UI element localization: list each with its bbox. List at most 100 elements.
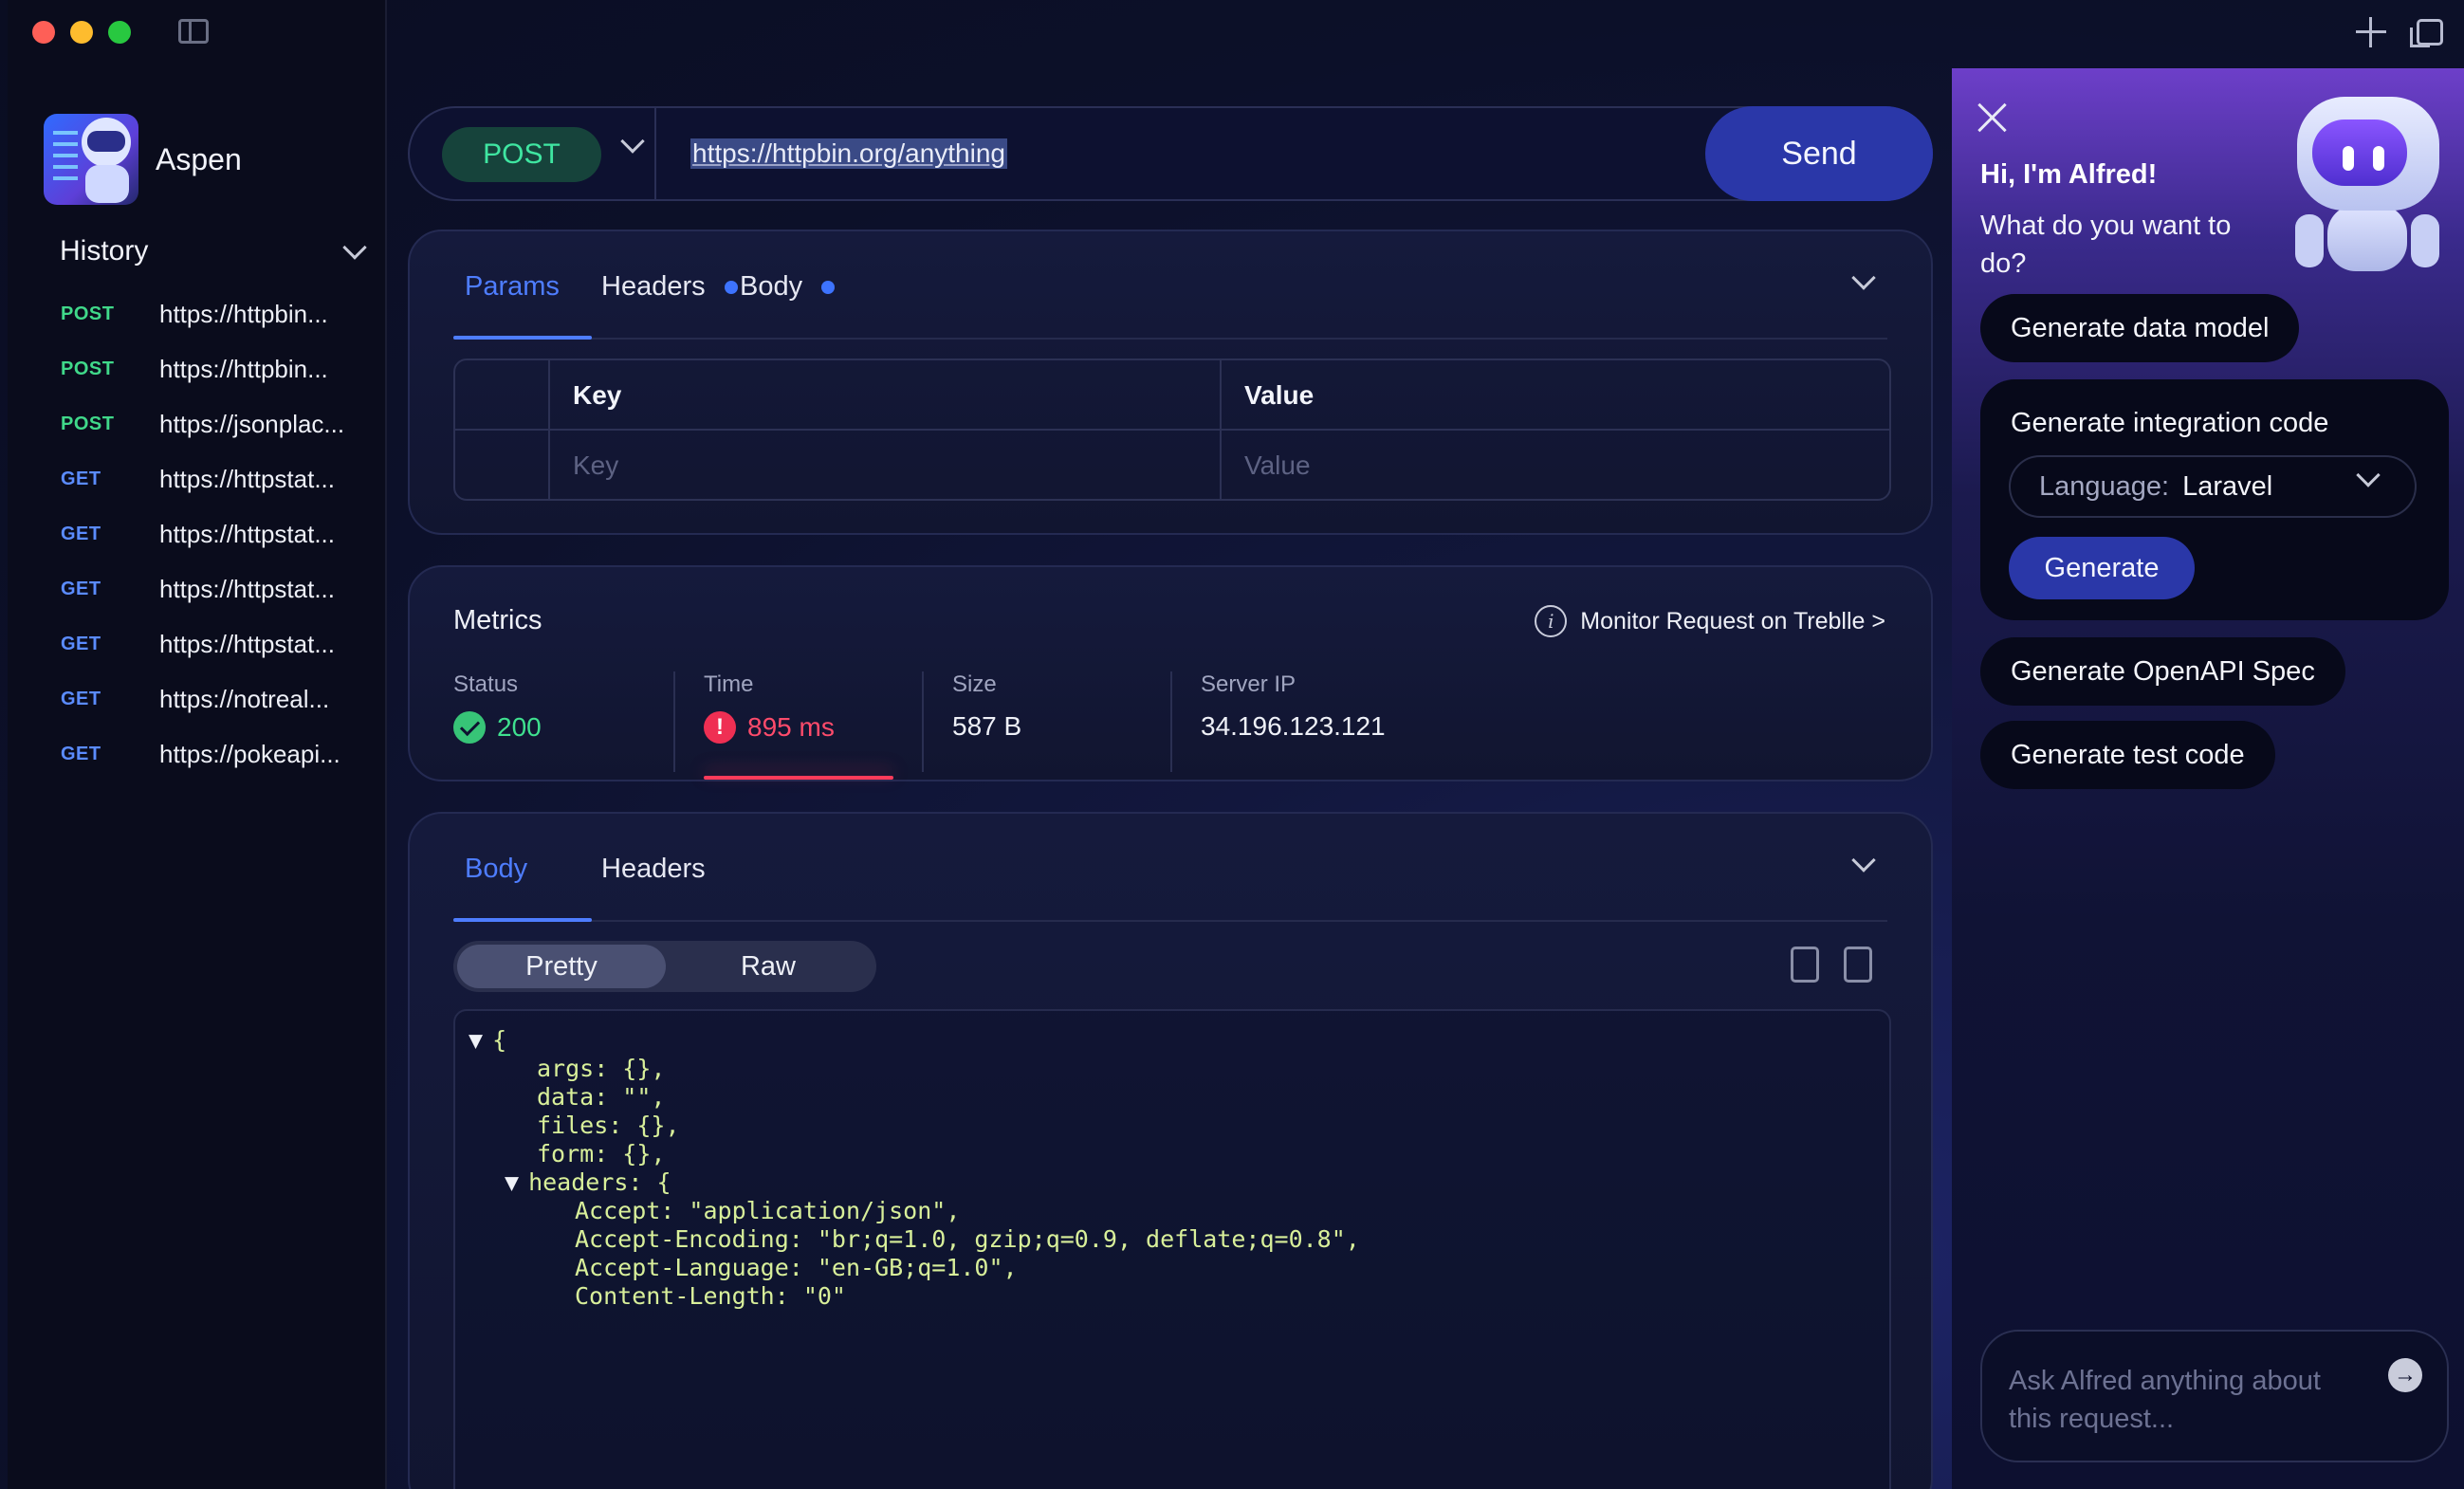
assistant-greeting: Hi, I'm Alfred! bbox=[1980, 159, 2158, 190]
plus-icon[interactable] bbox=[2356, 17, 2386, 47]
app-window: Aspen History POST https://httpbin... POST… bbox=[0, 0, 2464, 1489]
history-method: GET bbox=[61, 743, 101, 764]
request-tabs: Params Headers Body bbox=[453, 231, 1887, 340]
history-item[interactable]: GET https://httpstat... bbox=[61, 616, 374, 671]
sidebar-toggle-icon[interactable] bbox=[178, 19, 209, 44]
history-method: POST bbox=[61, 303, 115, 324]
exclamation-circle-icon: ! bbox=[704, 711, 736, 744]
tab-response-body[interactable]: Body bbox=[465, 854, 527, 885]
code-line: ▼ headers: { bbox=[505, 1168, 671, 1196]
history-url: https://jsonplac... bbox=[159, 409, 345, 438]
code-line: Accept-Language: "en-GB;q=1.0", bbox=[575, 1254, 1018, 1281]
history-url: https://httpbin... bbox=[159, 354, 328, 383]
key-column-header: Key bbox=[573, 380, 622, 410]
tab-response-headers[interactable]: Headers bbox=[601, 854, 706, 885]
metrics-card: Metrics i Monitor Request on Treblle > S… bbox=[408, 565, 1933, 781]
method-select[interactable]: POST bbox=[442, 127, 601, 182]
response-body-viewer[interactable]: ▼{args: {}, data: "", files: {}, form: {}, ▼… bbox=[453, 1009, 1891, 1489]
history-item[interactable]: POST https://httpbin... bbox=[61, 341, 374, 396]
app-name: Aspen bbox=[156, 141, 242, 176]
history-url: https://httpstat... bbox=[159, 574, 335, 603]
send-arrow-icon[interactable]: → bbox=[2388, 1358, 2422, 1392]
history-method: GET bbox=[61, 468, 101, 489]
integration-code-panel: Generate integration code Language: Lara… bbox=[1980, 379, 2449, 620]
history-method: POST bbox=[61, 358, 115, 379]
history-url: https://httpstat... bbox=[159, 464, 335, 493]
assistant-panel: Hi, I'm Alfred! What do you want to do? … bbox=[1952, 68, 2464, 1489]
windows-icon[interactable] bbox=[2410, 19, 2443, 47]
metric-server-ip: Server IP 34.196.123.121 bbox=[1201, 671, 1386, 741]
modified-dot-icon bbox=[821, 280, 836, 294]
request-card: Params Headers Body Key Value Key Value bbox=[408, 230, 1933, 535]
history-item[interactable]: POST https://httpbin... bbox=[61, 286, 374, 341]
history-url: https://httpbin... bbox=[159, 299, 328, 328]
generate-openapi-button[interactable]: Generate OpenAPI Spec bbox=[1980, 637, 2345, 706]
pretty-button[interactable]: Pretty bbox=[457, 945, 666, 988]
history-item[interactable]: POST https://jsonplac... bbox=[61, 396, 374, 451]
response-card: Body Headers Pretty Raw ▼{args: {}, data:… bbox=[408, 812, 1933, 1489]
language-select[interactable]: Language: Laravel bbox=[2009, 455, 2417, 518]
request-bar: POST https://httpbin.org/anything Send bbox=[408, 106, 1933, 201]
history-method: GET bbox=[61, 633, 101, 654]
param-key-input[interactable]: Key bbox=[550, 431, 1222, 499]
code-line: Accept: "application/json", bbox=[575, 1197, 961, 1224]
chevron-down-icon[interactable] bbox=[620, 129, 645, 154]
send-button[interactable]: Send bbox=[1705, 106, 1933, 201]
close-window-button[interactable] bbox=[32, 21, 55, 44]
metric-size: Size 587 B bbox=[952, 671, 1022, 741]
history-item[interactable]: GET https://pokeapi... bbox=[61, 726, 374, 781]
history-item[interactable]: GET https://httpstat... bbox=[61, 561, 374, 616]
ask-alfred-input[interactable]: Ask Alfred anything about this request..… bbox=[1980, 1330, 2449, 1462]
aspen-logo bbox=[44, 114, 138, 205]
tab-headers[interactable]: Headers bbox=[601, 271, 738, 303]
code-line: args: {}, bbox=[537, 1055, 666, 1082]
history-header[interactable]: History bbox=[60, 235, 367, 267]
metric-status: Status 200 bbox=[453, 671, 542, 744]
history-method: GET bbox=[61, 688, 101, 709]
history-item[interactable]: GET https://httpstat... bbox=[61, 451, 374, 506]
window-controls bbox=[32, 21, 131, 44]
main-panel: POST https://httpbin.org/anything Send P… bbox=[408, 0, 1935, 1489]
minimize-window-button[interactable] bbox=[70, 21, 93, 44]
code-line: Accept-Encoding: "br;q=1.0, gzip;q=0.9, … bbox=[575, 1225, 1360, 1253]
generate-test-code-button[interactable]: Generate test code bbox=[1980, 721, 2275, 789]
params-table: Key Value Key Value bbox=[453, 358, 1891, 501]
collapse-triangle-icon[interactable]: ▼ bbox=[505, 1168, 519, 1196]
download-icon[interactable] bbox=[1844, 947, 1872, 983]
tab-body[interactable]: Body bbox=[740, 271, 836, 303]
status-value: 200 bbox=[497, 712, 542, 742]
assistant-question: What do you want to do? bbox=[1980, 211, 2232, 279]
history-item[interactable]: GET https://notreal... bbox=[61, 671, 374, 726]
alfred-robot-icon bbox=[2278, 91, 2449, 281]
brand: Aspen bbox=[44, 114, 242, 205]
raw-button[interactable]: Raw bbox=[664, 945, 873, 988]
copy-icon[interactable] bbox=[1791, 947, 1819, 983]
url-input[interactable]: https://httpbin.org/anything bbox=[690, 138, 1007, 169]
chevron-down-icon bbox=[342, 235, 367, 260]
param-value-input[interactable]: Value bbox=[1222, 431, 1889, 499]
row-checkbox[interactable] bbox=[455, 431, 550, 499]
size-value: 587 B bbox=[952, 711, 1022, 741]
active-tab-indicator bbox=[453, 918, 592, 922]
active-tab-indicator bbox=[453, 336, 592, 340]
collapse-triangle-icon[interactable]: ▼ bbox=[469, 1026, 483, 1054]
chevron-down-icon bbox=[2356, 463, 2381, 487]
tab-params[interactable]: Params bbox=[465, 271, 560, 303]
history-title: History bbox=[60, 235, 149, 267]
monitor-link[interactable]: i Monitor Request on Treblle > bbox=[1535, 605, 1885, 637]
metrics-title: Metrics bbox=[453, 605, 542, 635]
generate-integration-code-title[interactable]: Generate integration code bbox=[2011, 408, 2328, 439]
time-value: 895 ms bbox=[747, 712, 835, 742]
code-line: files: {}, bbox=[537, 1112, 680, 1139]
history-method: POST bbox=[61, 413, 115, 434]
history-item[interactable]: GET https://httpstat... bbox=[61, 506, 374, 561]
maximize-window-button[interactable] bbox=[108, 21, 131, 44]
table-header-row: Key Value bbox=[455, 360, 1889, 431]
time-indicator-bar bbox=[704, 776, 893, 780]
generate-button[interactable]: Generate bbox=[2009, 537, 2195, 599]
code-line: form: {}, bbox=[537, 1140, 666, 1167]
view-mode-toggle: Pretty Raw bbox=[453, 941, 876, 992]
close-icon[interactable] bbox=[1977, 102, 2009, 135]
history-list: POST https://httpbin... POST https://httpbi… bbox=[61, 286, 374, 781]
generate-data-model-button[interactable]: Generate data model bbox=[1980, 294, 2300, 362]
